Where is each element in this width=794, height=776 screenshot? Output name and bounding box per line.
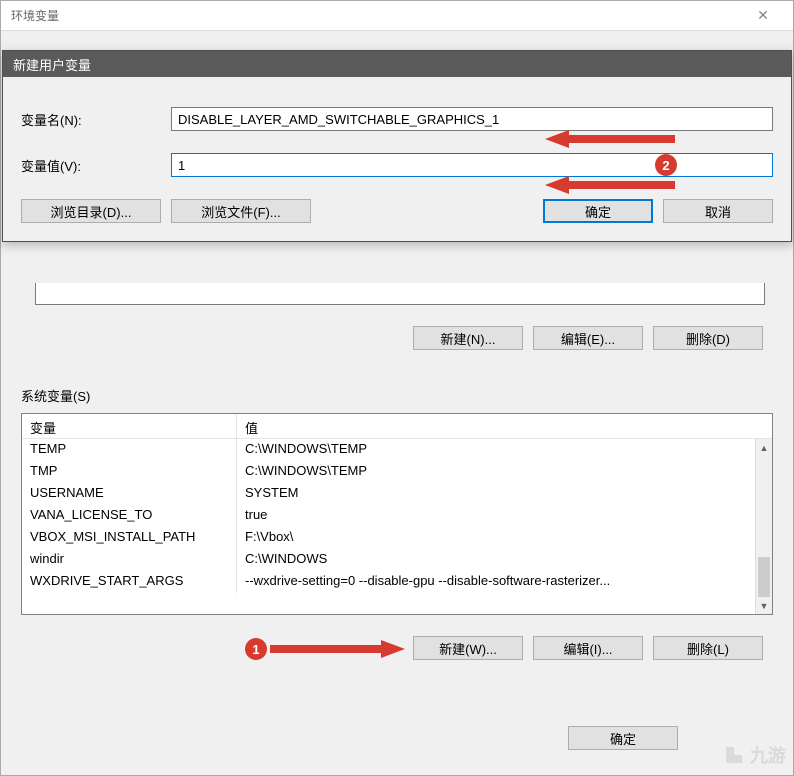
user-new-button[interactable]: 新建(N)...: [413, 326, 523, 350]
child-body: 变量名(N): 变量值(V): 浏览目录(D)... 浏览文件(F)... 确定…: [3, 77, 791, 241]
system-vars-label: 系统变量(S): [21, 386, 773, 405]
scroll-thumb[interactable]: [758, 557, 770, 597]
table-row[interactable]: VBOX_MSI_INSTALL_PATHF:\Vbox\: [22, 527, 772, 549]
user-vars-button-row: 新建(N)... 编辑(E)... 删除(D): [413, 326, 763, 350]
browse-button-row: 浏览目录(D)... 浏览文件(F)...: [21, 199, 311, 223]
browse-file-button[interactable]: 浏览文件(F)...: [171, 199, 311, 223]
system-vars-section: 系统变量(S) 变量 值 TEMPC:\WINDOWS\TEMPTMPC:\WI…: [21, 386, 773, 615]
header-value[interactable]: 值: [237, 414, 772, 438]
watermark-text: 九游: [750, 742, 786, 768]
system-delete-button[interactable]: 删除(L): [653, 636, 763, 660]
table-row[interactable]: VANA_LICENSE_TOtrue: [22, 505, 772, 527]
system-edit-button[interactable]: 编辑(I)...: [533, 636, 643, 660]
watermark: 九游: [722, 742, 786, 768]
scroll-down-icon[interactable]: ▼: [756, 597, 772, 614]
cell-variable: TEMP: [22, 439, 237, 461]
child-titlebar: 新建用户变量: [3, 51, 791, 77]
cell-value: C:\WINDOWS\TEMP: [237, 439, 772, 461]
system-new-button[interactable]: 新建(W)...: [413, 636, 523, 660]
child-ok-button[interactable]: 确定: [543, 199, 653, 223]
system-vars-headers: 变量 值: [22, 414, 772, 439]
close-icon[interactable]: ✕: [743, 7, 783, 24]
system-vars-button-row: 新建(W)... 编辑(I)... 删除(L): [413, 636, 763, 660]
browse-dir-button[interactable]: 浏览目录(D)...: [21, 199, 161, 223]
cell-value: C:\WINDOWS: [237, 549, 772, 571]
watermark-icon: [722, 743, 746, 767]
cell-variable: VANA_LICENSE_TO: [22, 505, 237, 527]
cell-variable: windir: [22, 549, 237, 571]
var-name-input[interactable]: [171, 107, 773, 131]
parent-titlebar: 环境变量 ✕: [1, 1, 793, 31]
cell-value: F:\Vbox\: [237, 527, 772, 549]
table-row[interactable]: WXDRIVE_START_ARGS--wxdrive-setting=0 --…: [22, 571, 772, 593]
cell-value: true: [237, 505, 772, 527]
var-name-label: 变量名(N):: [21, 110, 171, 129]
cell-value: SYSTEM: [237, 483, 772, 505]
cell-variable: USERNAME: [22, 483, 237, 505]
user-vars-list-bottom: [35, 283, 765, 305]
table-row[interactable]: windirC:\WINDOWS: [22, 549, 772, 571]
var-name-row: 变量名(N):: [21, 107, 773, 131]
child-cancel-button[interactable]: 取消: [663, 199, 773, 223]
var-value-row: 变量值(V):: [21, 153, 773, 177]
cell-value: --wxdrive-setting=0 --disable-gpu --disa…: [237, 571, 772, 593]
table-row[interactable]: USERNAMESYSTEM: [22, 483, 772, 505]
user-delete-button[interactable]: 删除(D): [653, 326, 763, 350]
parent-ok-button[interactable]: 确定: [568, 726, 678, 750]
ok-cancel-row: 确定 取消: [543, 199, 773, 223]
cell-variable: TMP: [22, 461, 237, 483]
child-title: 新建用户变量: [13, 55, 91, 74]
header-variable[interactable]: 变量: [22, 414, 237, 438]
scrollbar[interactable]: ▲ ▼: [755, 439, 772, 614]
cell-variable: WXDRIVE_START_ARGS: [22, 571, 237, 593]
var-value-label: 变量值(V):: [21, 156, 171, 175]
user-edit-button[interactable]: 编辑(E)...: [533, 326, 643, 350]
scroll-up-icon[interactable]: ▲: [756, 439, 772, 456]
parent-title: 环境变量: [11, 7, 743, 24]
system-vars-rows: TEMPC:\WINDOWS\TEMPTMPC:\WINDOWS\TEMPUSE…: [22, 439, 772, 615]
table-row[interactable]: TMPC:\WINDOWS\TEMP: [22, 461, 772, 483]
cell-value: C:\WINDOWS\TEMP: [237, 461, 772, 483]
new-user-var-dialog: 新建用户变量 变量名(N): 变量值(V): 浏览目录(D)... 浏览文件(F…: [2, 50, 792, 242]
system-vars-table[interactable]: 变量 值 TEMPC:\WINDOWS\TEMPTMPC:\WINDOWS\TE…: [21, 413, 773, 615]
var-value-input[interactable]: [171, 153, 773, 177]
table-row[interactable]: TEMPC:\WINDOWS\TEMP: [22, 439, 772, 461]
cell-variable: VBOX_MSI_INSTALL_PATH: [22, 527, 237, 549]
